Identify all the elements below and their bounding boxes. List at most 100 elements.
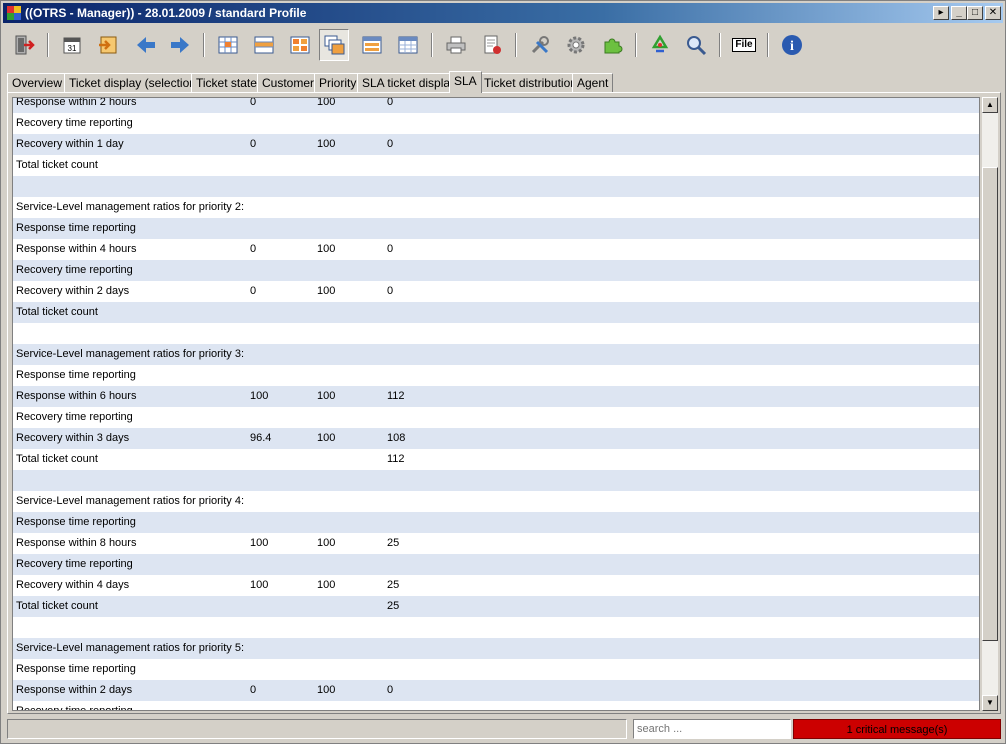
calendar-button[interactable]: 31 xyxy=(57,29,87,61)
table-row[interactable]: Recovery within 1 day 0 100 0 xyxy=(13,134,979,155)
tab-ticket-state[interactable]: Ticket state xyxy=(191,73,262,93)
vertical-scrollbar[interactable]: ▲ ▼ xyxy=(982,97,998,711)
tab-ticket-display-selection[interactable]: Ticket display (selection) xyxy=(64,73,205,93)
table-view-button[interactable] xyxy=(213,29,243,61)
ticket-count: 108 xyxy=(387,432,406,444)
table-row[interactable]: Recovery within 3 days 96.4 100 108 xyxy=(13,428,979,449)
table-view-icon xyxy=(218,36,238,54)
table-row[interactable] xyxy=(13,323,979,344)
critical-message-indicator[interactable]: 1 critical message(s) xyxy=(793,719,1001,739)
table-row[interactable] xyxy=(13,176,979,197)
table-row[interactable]: Recovery time reporting xyxy=(13,701,979,710)
table-row[interactable]: Response within 4 hours 0 100 0 xyxy=(13,239,979,260)
tab-sla[interactable]: SLA xyxy=(449,71,482,93)
target-value: 100 xyxy=(317,97,336,108)
tab-overview[interactable]: Overview xyxy=(7,73,68,93)
print-button[interactable] xyxy=(441,29,471,61)
list-view-button[interactable] xyxy=(357,29,387,61)
refresh-button[interactable] xyxy=(645,29,675,61)
cascade-view-button[interactable] xyxy=(319,29,349,61)
table-row[interactable]: Total ticket count 112 xyxy=(13,449,979,470)
status-text xyxy=(7,719,627,739)
table-row[interactable]: Response time reporting xyxy=(13,659,979,680)
table-row[interactable]: Recovery time reporting xyxy=(13,554,979,575)
metric-label: Service-Level management ratios for prio… xyxy=(16,201,245,213)
back-button[interactable] xyxy=(131,29,161,61)
import-button[interactable] xyxy=(93,29,123,61)
blank-table-icon xyxy=(398,36,418,54)
blank-table-button[interactable] xyxy=(393,29,423,61)
ticket-count: 25 xyxy=(387,537,400,549)
scrollbar-thumb[interactable] xyxy=(982,167,998,641)
ticket-count: 0 xyxy=(387,285,394,297)
print-preview-button[interactable] xyxy=(477,29,507,61)
table-row[interactable]: Response time reporting xyxy=(13,218,979,239)
metric-label: Response time reporting xyxy=(16,369,136,381)
file-button[interactable]: File xyxy=(729,29,759,61)
svg-text:i: i xyxy=(790,39,794,54)
tab-customer[interactable]: Customer xyxy=(257,73,320,93)
search-input[interactable] xyxy=(633,719,791,739)
tab-ticket-distribution[interactable]: Ticket distribution xyxy=(479,73,582,93)
info-button[interactable]: i xyxy=(777,29,807,61)
target-value: 100 xyxy=(317,390,336,402)
window-menu-button[interactable]: ▸ xyxy=(933,6,949,20)
table-row[interactable]: Response within 2 hours 0 100 0 xyxy=(13,97,979,113)
toolbar-separator xyxy=(635,33,637,57)
metric-label: Total ticket count xyxy=(16,453,98,465)
settings-button[interactable] xyxy=(561,29,591,61)
table-row[interactable]: Response within 2 days 0 100 0 xyxy=(13,680,979,701)
table-row[interactable]: Response within 6 hours 100 100 112 xyxy=(13,386,979,407)
ratio-value: 0 xyxy=(250,684,257,696)
table-row[interactable] xyxy=(13,470,979,491)
scroll-up-arrow-icon[interactable]: ▲ xyxy=(982,97,998,113)
metric-label: Recovery time reporting xyxy=(16,558,133,570)
target-value: 100 xyxy=(317,243,336,255)
table-row[interactable]: Total ticket count 25 xyxy=(13,596,979,617)
metric-label: Response within 6 hours xyxy=(16,390,137,402)
table-row[interactable]: Recovery within 2 days 0 100 0 xyxy=(13,281,979,302)
file-icon: File xyxy=(732,38,756,52)
table-row[interactable] xyxy=(13,617,979,638)
otrs-logo-icon xyxy=(7,6,21,20)
maximize-button[interactable]: □ xyxy=(967,6,983,20)
tools-button[interactable] xyxy=(525,29,555,61)
forward-button[interactable] xyxy=(165,29,195,61)
exit-button[interactable] xyxy=(9,29,39,61)
tab-agent[interactable]: Agent xyxy=(572,73,614,93)
table-row[interactable]: Recovery time reporting xyxy=(13,260,979,281)
tab-priority[interactable]: Priority xyxy=(314,73,362,93)
table-row[interactable]: Recovery time reporting xyxy=(13,113,979,134)
table-row[interactable]: Response time reporting xyxy=(13,365,979,386)
table-row[interactable]: Recovery within 4 days 100 100 25 xyxy=(13,575,979,596)
close-button[interactable]: ✕ xyxy=(985,6,1001,20)
table-row[interactable]: Response within 8 hours 100 100 25 xyxy=(13,533,979,554)
table-row[interactable]: Response time reporting xyxy=(13,512,979,533)
toolbar-separator xyxy=(431,33,433,57)
back-arrow-icon xyxy=(137,37,155,53)
table-row[interactable]: Service-Level management ratios for prio… xyxy=(13,491,979,512)
app-window: ((OTRS - Manager)) - 28.01.2009 / standa… xyxy=(0,0,1006,744)
ticket-count: 25 xyxy=(387,579,400,591)
metric-label: Response time reporting xyxy=(16,516,136,528)
table-row[interactable]: Recovery time reporting xyxy=(13,407,979,428)
table-row[interactable]: Total ticket count xyxy=(13,302,979,323)
refresh-recycle-icon xyxy=(651,34,669,53)
minimize-button[interactable]: _ xyxy=(951,6,967,20)
scroll-down-arrow-icon[interactable]: ▼ xyxy=(982,695,998,711)
table-row[interactable]: Service-Level management ratios for prio… xyxy=(13,197,979,218)
table-row[interactable]: Total ticket count xyxy=(13,155,979,176)
ticket-count: 0 xyxy=(387,138,394,150)
tab-sla-ticket-display[interactable]: SLA ticket display xyxy=(357,73,462,93)
title-bar[interactable]: ((OTRS - Manager)) - 28.01.2009 / standa… xyxy=(3,3,1003,23)
ticket-count: 0 xyxy=(387,97,394,108)
import-icon xyxy=(99,36,117,54)
ticket-count: 0 xyxy=(387,684,394,696)
ratio-value: 100 xyxy=(250,579,269,591)
table-view-alt-button[interactable] xyxy=(249,29,279,61)
plugin-button[interactable] xyxy=(597,29,627,61)
search-button[interactable] xyxy=(681,29,711,61)
table-row[interactable]: Service-Level management ratios for prio… xyxy=(13,344,979,365)
grid-view-button[interactable] xyxy=(285,29,315,61)
table-row[interactable]: Service-Level management ratios for prio… xyxy=(13,638,979,659)
